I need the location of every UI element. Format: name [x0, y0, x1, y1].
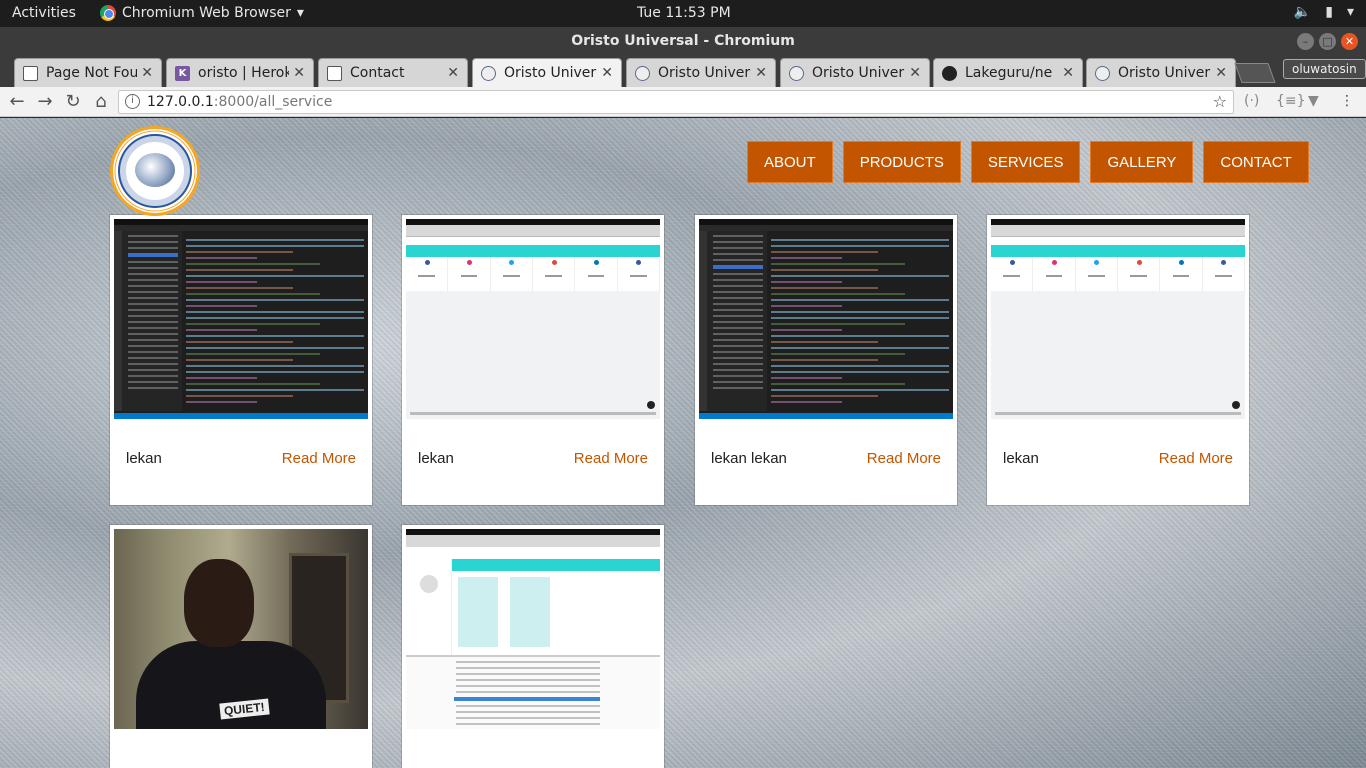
close-icon[interactable]: ✕: [141, 65, 153, 81]
nav-gallery[interactable]: GALLERY: [1090, 141, 1194, 183]
service-image[interactable]: [991, 219, 1245, 419]
oristo-icon: [635, 65, 650, 81]
oristo-icon: [481, 65, 496, 81]
tab-label: Oristo Univer: [812, 65, 905, 81]
page-viewport: ABOUT PRODUCTS SERVICES GALLERY CONTACT …: [0, 118, 1366, 768]
heroku-icon: K: [175, 65, 190, 81]
read-more-link[interactable]: Read More: [574, 450, 648, 467]
window-title: Oristo Universal - Chromium: [0, 27, 1366, 55]
star-icon[interactable]: ☆: [1213, 91, 1227, 113]
extension-icon[interactable]: {≡}: [1276, 93, 1306, 109]
nav-about[interactable]: ABOUT: [747, 141, 833, 183]
oristo-icon: [1095, 65, 1110, 81]
clock[interactable]: Tue 11:53 PM: [637, 5, 731, 21]
nav-products[interactable]: PRODUCTS: [842, 141, 961, 183]
tab-strip: Page Not Fou ✕ K oristo | Herok ✕ Contac…: [0, 55, 1366, 87]
tab-label: oristo | Herok: [198, 65, 290, 81]
battery-icon: ▮: [1325, 4, 1333, 20]
info-icon[interactable]: i: [125, 94, 140, 109]
browser-tab[interactable]: Oristo Univer ✕: [626, 58, 776, 87]
service-title: lekan: [126, 450, 162, 467]
extension-icon[interactable]: (·): [1244, 93, 1259, 109]
main-nav: ABOUT PRODUCTS SERVICES GALLERY CONTACT: [737, 141, 1309, 183]
close-icon[interactable]: ✕: [755, 65, 767, 81]
nav-services[interactable]: SERVICES: [970, 141, 1081, 183]
reload-icon[interactable]: ↻: [62, 91, 84, 113]
back-icon[interactable]: ←: [6, 91, 28, 113]
maximize-button[interactable]: □: [1319, 33, 1336, 50]
chevron-down-icon: ▾: [296, 5, 304, 21]
browser-tab[interactable]: Oristo Univer ✕: [780, 58, 930, 87]
read-more-link[interactable]: Read More: [1159, 450, 1233, 467]
service-image[interactable]: [699, 219, 953, 419]
tab-label: Lakeguru/ne: [965, 65, 1053, 81]
minimize-button[interactable]: –: [1297, 33, 1314, 50]
browser-tab[interactable]: Contact ✕: [318, 58, 468, 87]
app-menu[interactable]: Chromium Web Browser ▾: [100, 5, 304, 21]
window-controls: – □ ✕: [1297, 33, 1358, 50]
tab-label: Oristo Univer: [658, 65, 751, 81]
chevron-down-icon: ▾: [1346, 4, 1354, 20]
browser-tab[interactable]: K oristo | Herok ✕: [166, 58, 314, 87]
system-tray[interactable]: 🔈 ▮ ▾: [1294, 4, 1354, 20]
service-card: QUIET!: [110, 525, 372, 768]
tab-label: Oristo Univer: [504, 65, 597, 81]
close-icon[interactable]: ✕: [1215, 65, 1227, 81]
tab-label: Contact: [350, 65, 405, 81]
close-icon[interactable]: ✕: [601, 65, 613, 81]
document-icon: [23, 65, 38, 81]
browser-tab[interactable]: Lakeguru/ne ✕: [933, 58, 1083, 87]
read-more-link[interactable]: Read More: [867, 450, 941, 467]
close-icon[interactable]: ✕: [1062, 65, 1074, 81]
browser-tab[interactable]: Oristo Univer ✕: [1086, 58, 1236, 87]
chromium-icon: [100, 5, 116, 21]
service-title: lekan: [418, 450, 454, 467]
activities-button[interactable]: Activities: [12, 5, 76, 21]
service-image[interactable]: [114, 219, 368, 419]
tab-label: Oristo Univer: [1118, 65, 1211, 81]
new-tab-button[interactable]: [1234, 63, 1276, 83]
site-logo[interactable]: [110, 126, 200, 216]
read-more-link[interactable]: Read More: [282, 450, 356, 467]
service-image[interactable]: QUIET!: [114, 529, 368, 729]
close-button[interactable]: ✕: [1341, 33, 1358, 50]
github-icon: [942, 65, 957, 81]
address-bar[interactable]: i 127.0.0.1:8000/all_service ☆: [118, 90, 1234, 114]
service-title: lekan: [1003, 450, 1039, 467]
nav-contact[interactable]: CONTACT: [1203, 141, 1309, 183]
close-icon[interactable]: ✕: [447, 65, 459, 81]
service-card: lekan Read More: [110, 215, 372, 505]
document-icon: [327, 65, 342, 81]
profile-button[interactable]: oluwatosin: [1283, 59, 1366, 79]
home-icon[interactable]: ⌂: [90, 91, 112, 113]
service-image[interactable]: [406, 529, 660, 729]
browser-tab[interactable]: Page Not Fou ✕: [14, 58, 162, 87]
service-image[interactable]: [406, 219, 660, 419]
oristo-icon: [789, 65, 804, 81]
browser-toolbar: ← → ↻ ⌂ i 127.0.0.1:8000/all_service ☆ (…: [0, 87, 1366, 117]
close-icon[interactable]: ✕: [293, 65, 305, 81]
service-card: lekan Read More: [402, 215, 664, 505]
close-icon[interactable]: ✕: [909, 65, 921, 81]
system-top-bar: Activities Chromium Web Browser ▾ Tue 11…: [0, 0, 1366, 27]
logo-emblem: [135, 153, 175, 187]
service-card: [402, 525, 664, 768]
tab-label: Page Not Fou: [46, 65, 138, 81]
service-card: lekan Read More: [987, 215, 1249, 505]
app-menu-label: Chromium Web Browser: [122, 5, 291, 21]
url-path: :8000/all_service: [213, 94, 333, 110]
service-title: lekan lekan: [711, 450, 787, 467]
more-menu-icon[interactable]: ⋮: [1340, 93, 1354, 109]
volume-icon: 🔈: [1293, 4, 1312, 20]
service-card: lekan lekan Read More: [695, 215, 957, 505]
forward-icon[interactable]: →: [34, 91, 56, 113]
browser-tab-active[interactable]: Oristo Univer ✕: [472, 58, 622, 87]
vue-devtools-icon[interactable]: ▼: [1308, 93, 1319, 109]
url-host: 127.0.0.1: [147, 94, 214, 110]
